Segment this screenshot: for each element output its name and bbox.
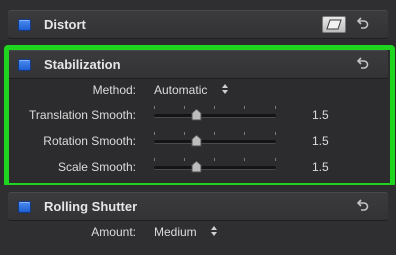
rolling-shutter-header: Rolling Shutter: [8, 192, 388, 221]
method-popup[interactable]: Automatic: [154, 83, 207, 97]
scale-smooth-value[interactable]: 1.5: [312, 160, 329, 174]
stabilization-title: Stabilization: [44, 57, 121, 72]
amount-popup[interactable]: Medium: [154, 225, 197, 239]
slider-tick: [214, 158, 215, 161]
slider-tick: [154, 132, 155, 135]
distort-enable-checkbox-icon[interactable]: [18, 19, 31, 31]
method-updown-arrows-icon[interactable]: [221, 82, 229, 96]
distort-shape-button[interactable]: [322, 16, 346, 33]
parallelogram-icon: [326, 19, 342, 30]
slider-tick: [275, 132, 276, 135]
translation-smooth-value[interactable]: 1.5: [312, 108, 329, 122]
slider-tick: [154, 158, 155, 161]
rolling-shutter-reset-icon[interactable]: [356, 198, 370, 212]
rotation-smooth-label: Rotation Smooth:: [43, 134, 136, 148]
slider-tick: [184, 106, 185, 109]
stabilization-header: Stabilization: [8, 50, 388, 79]
rolling-shutter-section: Rolling Shutter Amount: Medium: [0, 185, 396, 255]
stabilization-section: Stabilization Method: Automatic Translat…: [0, 40, 396, 185]
slider-tick: [184, 158, 185, 161]
slider-thumb-icon[interactable]: [191, 134, 202, 147]
rolling-shutter-title: Rolling Shutter: [44, 199, 138, 214]
method-row: Method: Automatic: [8, 77, 388, 103]
slider-tick: [244, 132, 245, 135]
slider-tick: [244, 158, 245, 161]
distort-header: Distort: [8, 10, 388, 39]
slider-tick: [214, 106, 215, 109]
slider-tick: [154, 106, 155, 109]
rotation-smooth-row: Rotation Smooth: 1.5: [8, 128, 388, 154]
slider-thumb-icon[interactable]: [191, 108, 202, 121]
slider-tick: [214, 132, 215, 135]
distort-reset-icon[interactable]: [356, 16, 370, 30]
slider-tick: [275, 106, 276, 109]
translation-smooth-row: Translation Smooth: 1.5: [8, 102, 388, 128]
rotation-smooth-value[interactable]: 1.5: [312, 134, 329, 148]
scale-smooth-row: Scale Smooth: 1.5: [8, 154, 388, 180]
distort-title: Distort: [44, 17, 86, 32]
method-label: Method:: [92, 83, 136, 97]
translation-smooth-slider[interactable]: [154, 106, 276, 121]
amount-updown-arrows-icon[interactable]: [210, 224, 218, 238]
slider-tick: [184, 132, 185, 135]
stabilization-reset-icon[interactable]: [356, 56, 370, 70]
translation-smooth-label: Translation Smooth:: [29, 108, 136, 122]
slider-thumb-icon[interactable]: [191, 160, 202, 173]
stabilization-enable-checkbox-icon[interactable]: [18, 59, 31, 71]
rotation-smooth-slider[interactable]: [154, 132, 276, 147]
scale-smooth-slider[interactable]: [154, 158, 276, 173]
amount-row: Amount: Medium: [8, 219, 388, 245]
slider-tick: [275, 158, 276, 161]
scale-smooth-label: Scale Smooth:: [57, 160, 136, 174]
distort-section: Distort: [0, 0, 396, 40]
rolling-shutter-enable-checkbox-icon[interactable]: [18, 201, 31, 213]
slider-tick: [244, 106, 245, 109]
amount-label: Amount:: [91, 225, 136, 239]
